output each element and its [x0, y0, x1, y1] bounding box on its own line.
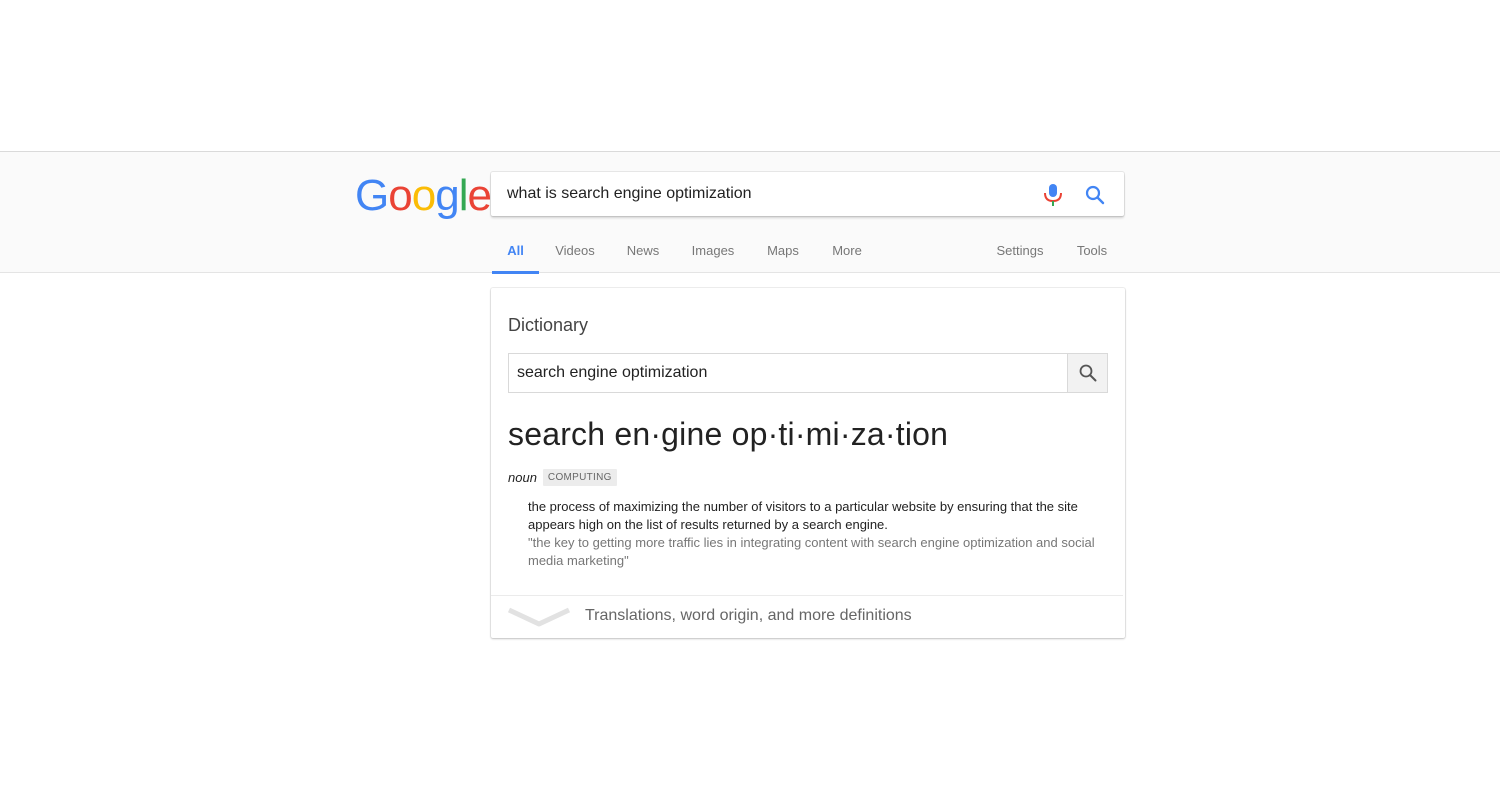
logo-letter: G: [355, 171, 389, 220]
more-definitions-toggle[interactable]: Translations, word origin, and more defi…: [491, 595, 1123, 637]
part-of-speech: noun: [508, 469, 537, 485]
logo-letter: l: [458, 171, 469, 220]
search-input[interactable]: [507, 172, 1027, 216]
search-box: [491, 172, 1124, 216]
logo-letter: g: [435, 171, 460, 220]
domain-badge: COMPUTING: [542, 468, 617, 486]
part-of-speech-row: noun COMPUTING: [508, 466, 617, 488]
headword: search en·gine op·ti·mi·za·tion: [508, 416, 949, 452]
tools-link[interactable]: Tools: [1074, 236, 1110, 274]
more-definitions-label: Translations, word origin, and more defi…: [585, 607, 912, 624]
tab-videos[interactable]: Videos: [553, 236, 597, 274]
tab-images[interactable]: Images: [690, 236, 736, 274]
card-title: Dictionary: [508, 315, 589, 335]
google-logo[interactable]: Google: [355, 171, 492, 221]
chevron-down-icon: [507, 607, 571, 627]
tab-news[interactable]: News: [625, 236, 661, 274]
microphone-icon[interactable]: [1042, 183, 1064, 207]
dictionary-card: Dictionary search en·gine op·ti·mi·za·ti…: [491, 288, 1125, 638]
search-tabs: All Videos News Images Maps More Setting…: [491, 236, 1124, 274]
logo-letter: e: [467, 171, 492, 220]
dictionary-search-button[interactable]: [1067, 353, 1108, 393]
tab-maps[interactable]: Maps: [765, 236, 801, 274]
tab-more[interactable]: More: [830, 236, 864, 274]
logo-letter: o: [388, 171, 413, 220]
page: Google All Videos News: [0, 0, 1500, 800]
dictionary-search-input[interactable]: [517, 354, 1057, 392]
settings-link[interactable]: Settings: [994, 236, 1046, 274]
definition-text: the process of maximizing the number of …: [528, 499, 1078, 532]
logo-letter: o: [411, 171, 437, 220]
tab-all[interactable]: All: [492, 236, 539, 274]
search-icon: [1079, 364, 1097, 382]
example-sentence: "the key to getting more traffic lies in…: [528, 535, 1095, 568]
search-icon[interactable]: [1083, 183, 1107, 207]
dictionary-search-field: [508, 353, 1068, 393]
header: Google All Videos News: [0, 151, 1500, 274]
